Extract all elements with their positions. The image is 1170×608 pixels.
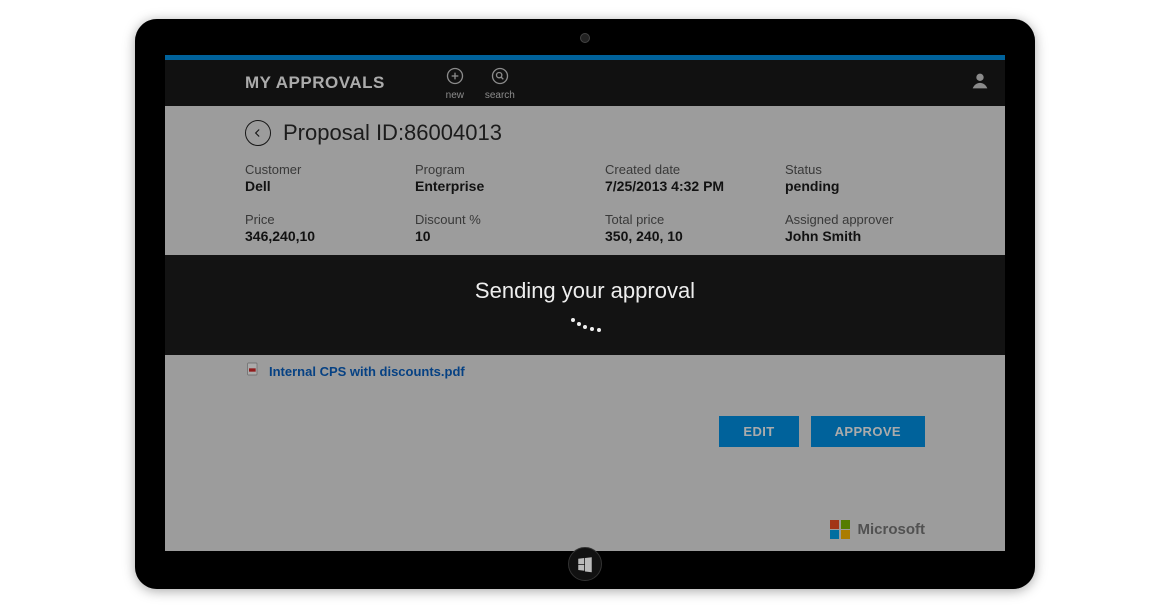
approver-label: Assigned approver	[785, 212, 955, 227]
approve-button[interactable]: APPROVE	[811, 416, 925, 447]
total-value: 350, 240, 10	[605, 228, 785, 244]
action-buttons: EDIT APPROVE	[719, 416, 925, 447]
user-icon[interactable]	[969, 70, 991, 97]
new-label: new	[446, 90, 464, 101]
windows-home-button[interactable]	[568, 547, 602, 581]
customer-label: Customer	[245, 162, 415, 177]
brand-footer: Microsoft	[830, 520, 925, 540]
brand-text: Microsoft	[858, 521, 926, 538]
customer-value: Dell	[245, 178, 415, 194]
search-circle-icon	[490, 66, 510, 89]
discount-value: 10	[415, 228, 605, 244]
approver-value: John Smith	[785, 228, 955, 244]
attachment-link[interactable]: Internal CPS with discounts.pdf	[269, 364, 465, 379]
program-label: Program	[415, 162, 605, 177]
price-label: Price	[245, 212, 415, 227]
price-value: 346,240,10	[245, 228, 415, 244]
discount-label: Discount %	[415, 212, 605, 227]
busy-message: Sending your approval	[475, 278, 695, 304]
microsoft-logo-icon	[830, 520, 850, 540]
tablet-frame: MY APPROVALS new search	[135, 19, 1035, 589]
app-screen: MY APPROVALS new search	[165, 55, 1005, 551]
created-label: Created date	[605, 162, 785, 177]
total-label: Total price	[605, 212, 785, 227]
search-button[interactable]: search	[485, 65, 515, 101]
status-label: Status	[785, 162, 955, 177]
plus-circle-icon	[445, 66, 465, 89]
created-value: 7/25/2013 4:32 PM	[605, 178, 785, 194]
status-value: pending	[785, 178, 955, 194]
page-header: Proposal ID:86004013	[245, 120, 925, 146]
search-label: search	[485, 90, 515, 101]
camera-dot	[580, 33, 590, 43]
back-button[interactable]	[245, 120, 271, 146]
app-title: MY APPROVALS	[245, 73, 385, 93]
program-value: Enterprise	[415, 178, 605, 194]
progress-dots-icon	[571, 314, 599, 332]
app-topbar: MY APPROVALS new search	[165, 60, 1005, 106]
details-grid: Customer Dell Program Enterprise Created…	[245, 162, 925, 244]
new-button[interactable]: new	[445, 65, 465, 101]
busy-overlay: Sending your approval	[165, 255, 1005, 355]
edit-button[interactable]: EDIT	[719, 416, 798, 447]
page-title: Proposal ID:86004013	[283, 120, 502, 146]
pdf-icon	[245, 361, 261, 382]
attachment-item[interactable]: Internal CPS with discounts.pdf	[245, 359, 925, 384]
topbar-actions: new search	[445, 65, 515, 101]
